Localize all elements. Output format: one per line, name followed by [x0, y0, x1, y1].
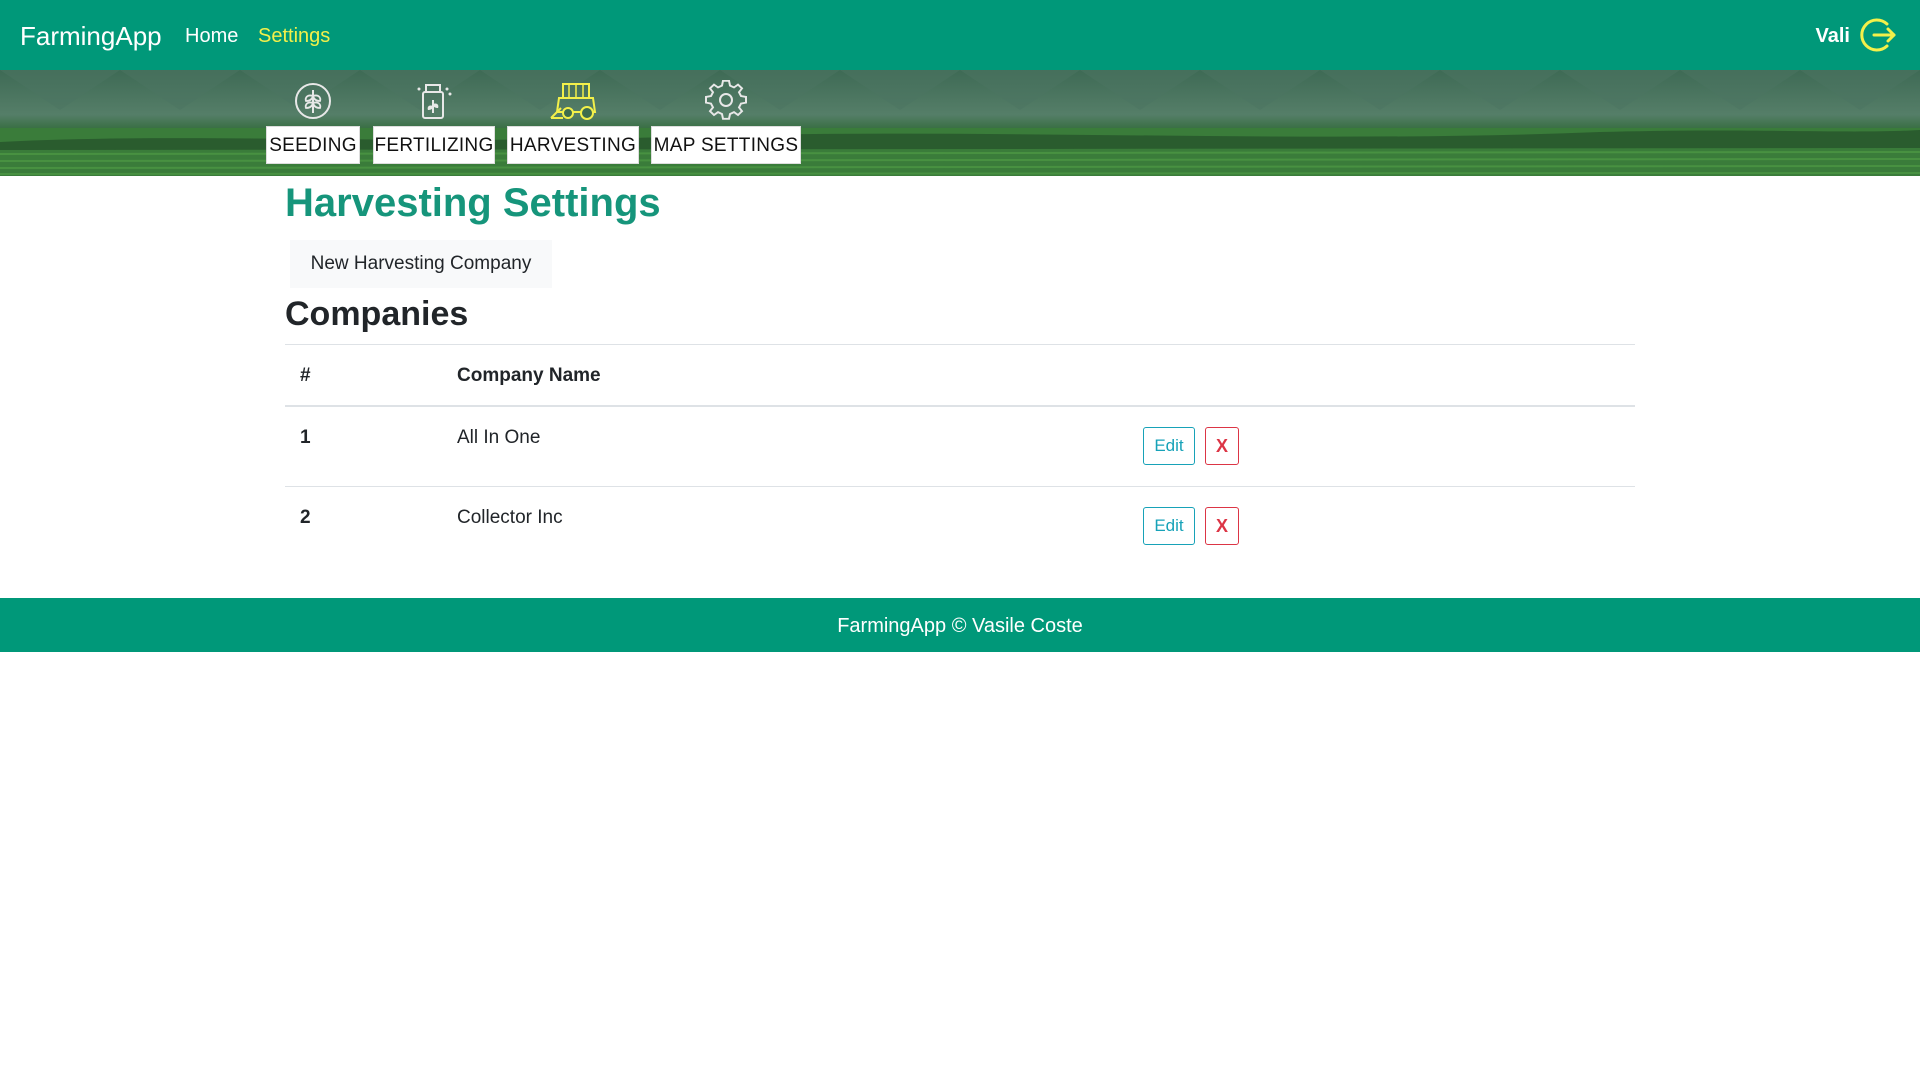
- edit-button[interactable]: Edit: [1143, 507, 1195, 545]
- category-harvesting: HARVESTING: [507, 70, 639, 176]
- brand-logo[interactable]: FarmingApp: [20, 20, 162, 52]
- section-title: Companies: [285, 295, 469, 333]
- edit-button[interactable]: Edit: [1143, 427, 1195, 465]
- category-seeding: SEEDING: [266, 70, 360, 176]
- top-navbar: FarmingApp Home Settings Vali: [0, 0, 1920, 70]
- table-top-border: [285, 344, 1635, 345]
- table-header-number: #: [300, 365, 311, 386]
- category-fertilizing-button[interactable]: FERTILIZING: [373, 126, 495, 164]
- row-number: 1: [300, 427, 311, 448]
- gear-icon: [705, 80, 747, 120]
- row-divider: [285, 486, 1635, 487]
- user-name: Vali: [1815, 25, 1850, 47]
- category-banner: SEEDING FERTILIZING HARVESTING MAP SETTI…: [0, 70, 1920, 176]
- delete-button[interactable]: X: [1205, 427, 1239, 465]
- fertilizing-icon: [417, 84, 452, 119]
- company-name: Collector Inc: [457, 507, 563, 528]
- harvesting-icon: [550, 83, 597, 120]
- category-harvesting-button[interactable]: HARVESTING: [507, 126, 639, 164]
- company-name: All In One: [457, 427, 541, 448]
- seeding-icon: [295, 83, 331, 119]
- delete-button[interactable]: X: [1205, 507, 1239, 545]
- category-seeding-button[interactable]: SEEDING: [266, 126, 360, 164]
- table-header-border: [285, 405, 1635, 407]
- page-title: Harvesting Settings: [285, 181, 661, 225]
- category-fertilizing: FERTILIZING: [373, 70, 495, 176]
- logout-icon[interactable]: [1860, 15, 1900, 55]
- nav-settings-link[interactable]: Settings: [258, 23, 330, 49]
- category-map-settings-button[interactable]: MAP SETTINGS: [651, 126, 801, 164]
- table-header-company-name: Company Name: [457, 365, 601, 386]
- footer: FarmingApp © Vasile Coste: [0, 598, 1920, 652]
- nav-home-link[interactable]: Home: [185, 23, 238, 49]
- category-map-settings: MAP SETTINGS: [651, 70, 801, 176]
- new-harvesting-company-button[interactable]: New Harvesting Company: [290, 240, 552, 288]
- footer-text: FarmingApp © Vasile Coste: [837, 615, 1083, 637]
- row-number: 2: [300, 507, 311, 528]
